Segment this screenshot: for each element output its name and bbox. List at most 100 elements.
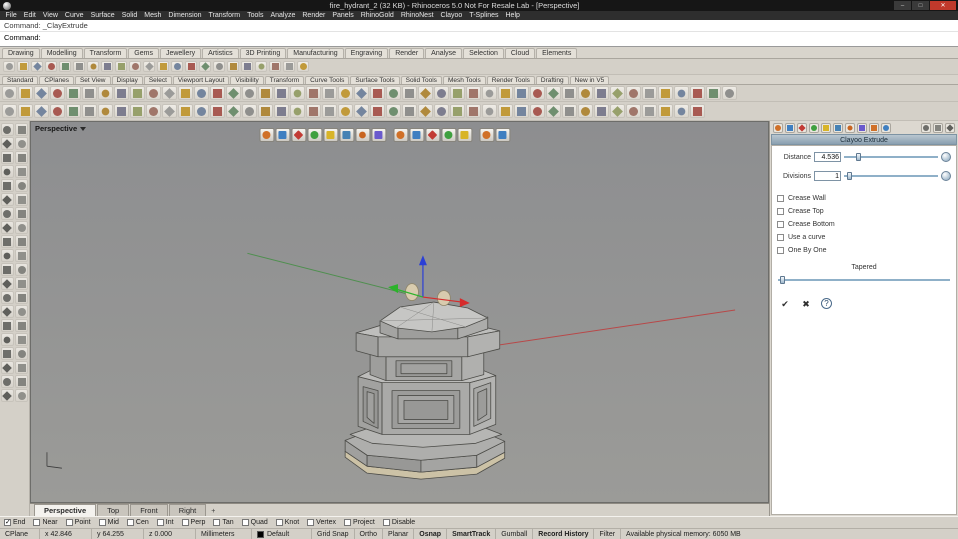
tool-icon[interactable] <box>0 221 14 234</box>
tool-icon[interactable] <box>0 193 14 206</box>
toolbar-icon[interactable] <box>162 86 177 100</box>
osnap-checkbox[interactable] <box>98 519 106 526</box>
toolbar-tab[interactable]: Visibility <box>230 76 264 84</box>
tool-icon[interactable] <box>0 151 14 164</box>
menu-item[interactable]: Surface <box>87 12 118 19</box>
toolbar-icon[interactable] <box>73 61 85 72</box>
new-viewport-button[interactable]: + <box>206 507 220 516</box>
toolbar-icon[interactable] <box>498 86 513 100</box>
ribbon-tab[interactable]: Cloud <box>504 48 536 58</box>
toolbar-icon[interactable] <box>157 61 169 72</box>
tool-icon[interactable] <box>15 165 29 178</box>
toolbar-tab[interactable]: Solid Tools <box>400 76 442 84</box>
ribbon-tab[interactable]: Engraving <box>344 48 389 58</box>
tool-icon[interactable] <box>0 263 14 276</box>
perspective-viewport[interactable]: Perspective <box>30 121 769 503</box>
tool-icon[interactable] <box>0 137 14 150</box>
osnap-checkbox[interactable] <box>33 519 41 526</box>
panel-tab-icon[interactable] <box>821 122 831 133</box>
toolbar-icon[interactable] <box>297 61 309 72</box>
toolbar-icon[interactable] <box>210 86 225 100</box>
osnap-item[interactable]: Project <box>344 519 375 526</box>
toolbar-icon[interactable] <box>386 86 401 100</box>
toolbar-icon[interactable] <box>466 86 481 100</box>
viewport-toolbar-icon[interactable] <box>408 128 424 142</box>
viewport-title[interactable]: Perspective <box>35 124 87 133</box>
panel-checkbox[interactable]: Crease Bottom <box>777 221 951 228</box>
toolbar-tab[interactable]: CPlanes <box>39 76 74 84</box>
ribbon-tab[interactable]: Manufacturing <box>287 48 344 58</box>
ribbon-tab[interactable]: Drawing <box>2 48 40 58</box>
panel-tab-icon[interactable] <box>809 122 819 133</box>
viewport-tab[interactable]: Perspective <box>34 504 97 516</box>
viewport-toolbar-icon[interactable] <box>306 128 322 142</box>
divisions-knob[interactable] <box>941 171 951 181</box>
tool-icon[interactable] <box>15 347 29 360</box>
osnap-checkbox[interactable] <box>4 518 11 526</box>
tool-icon[interactable] <box>15 221 29 234</box>
toolbar-icon[interactable] <box>450 104 465 118</box>
panel-tab-icon[interactable] <box>857 122 867 133</box>
toolbar-icon[interactable] <box>143 61 155 72</box>
toolbar-icon[interactable] <box>674 104 689 118</box>
osnap-item[interactable]: End <box>4 518 25 526</box>
toolbar-icon[interactable] <box>690 104 705 118</box>
toolbar-tab[interactable]: Set View <box>74 76 111 84</box>
toolbar-icon[interactable] <box>386 104 401 118</box>
tool-icon[interactable] <box>0 165 14 178</box>
toolbar-icon[interactable] <box>82 86 97 100</box>
tool-icon[interactable] <box>15 151 29 164</box>
tool-icon[interactable] <box>0 375 14 388</box>
toolbar-icon[interactable] <box>402 104 417 118</box>
panel-tab-icon[interactable] <box>785 122 795 133</box>
toolbar-tab[interactable]: Drafting <box>535 76 569 84</box>
status-toggle[interactable]: Ortho <box>355 529 384 539</box>
tool-icon[interactable] <box>0 207 14 220</box>
toolbar-icon[interactable] <box>87 61 99 72</box>
tool-icon[interactable] <box>0 291 14 304</box>
toolbar-icon[interactable] <box>130 104 145 118</box>
status-toggle[interactable]: SmartTrack <box>447 529 497 539</box>
scene-canvas[interactable] <box>31 122 768 502</box>
maximize-button[interactable]: □ <box>912 1 929 10</box>
viewport-toolbar-icon[interactable] <box>274 128 290 142</box>
viewport-toolbar-icon[interactable] <box>322 128 338 142</box>
toolbar-tab[interactable]: Mesh Tools <box>442 76 486 84</box>
toolbar-icon[interactable] <box>418 86 433 100</box>
tool-icon[interactable] <box>0 179 14 192</box>
toolbar-icon[interactable] <box>690 86 705 100</box>
osnap-item[interactable]: Mid <box>98 519 119 526</box>
close-button[interactable]: ✕ <box>930 1 956 10</box>
osnap-item[interactable]: Cen <box>126 519 149 526</box>
divisions-slider[interactable] <box>844 171 938 181</box>
osnap-checkbox[interactable] <box>65 519 73 526</box>
toolbar-tab[interactable]: Select <box>143 76 172 84</box>
cancel-button[interactable]: ✖ <box>800 298 812 310</box>
menu-item[interactable]: Help <box>502 12 523 19</box>
osnap-checkbox[interactable] <box>382 519 390 526</box>
toolbar-icon[interactable] <box>66 86 81 100</box>
toolbar-icon[interactable] <box>434 104 449 118</box>
panel-tab-icon[interactable] <box>845 122 855 133</box>
toolbar-icon[interactable] <box>17 61 29 72</box>
toolbar-icon[interactable] <box>18 86 33 100</box>
toolbar-icon[interactable] <box>306 86 321 100</box>
toolbar-icon[interactable] <box>129 61 141 72</box>
menu-item[interactable]: Render <box>299 12 329 19</box>
toolbar-icon[interactable] <box>242 86 257 100</box>
toolbar-icon[interactable] <box>2 86 17 100</box>
osnap-checkbox[interactable] <box>181 519 189 526</box>
toolbar-icon[interactable] <box>171 61 183 72</box>
toolbar-icon[interactable] <box>269 61 281 72</box>
divisions-input[interactable]: 1 <box>814 171 841 181</box>
toolbar-icon[interactable] <box>50 104 65 118</box>
units-indicator[interactable]: Millimeters <box>196 529 252 539</box>
toolbar-icon[interactable] <box>290 104 305 118</box>
toolbar-icon[interactable] <box>274 86 289 100</box>
gumball-widget[interactable] <box>388 255 470 308</box>
panel-checkbox[interactable]: One By One <box>777 247 951 254</box>
toolbar-icon[interactable] <box>370 86 385 100</box>
toolbar-tab[interactable]: Display <box>111 76 143 84</box>
status-toggle[interactable]: Grid Snap <box>312 529 355 539</box>
toolbar-icon[interactable] <box>242 104 257 118</box>
